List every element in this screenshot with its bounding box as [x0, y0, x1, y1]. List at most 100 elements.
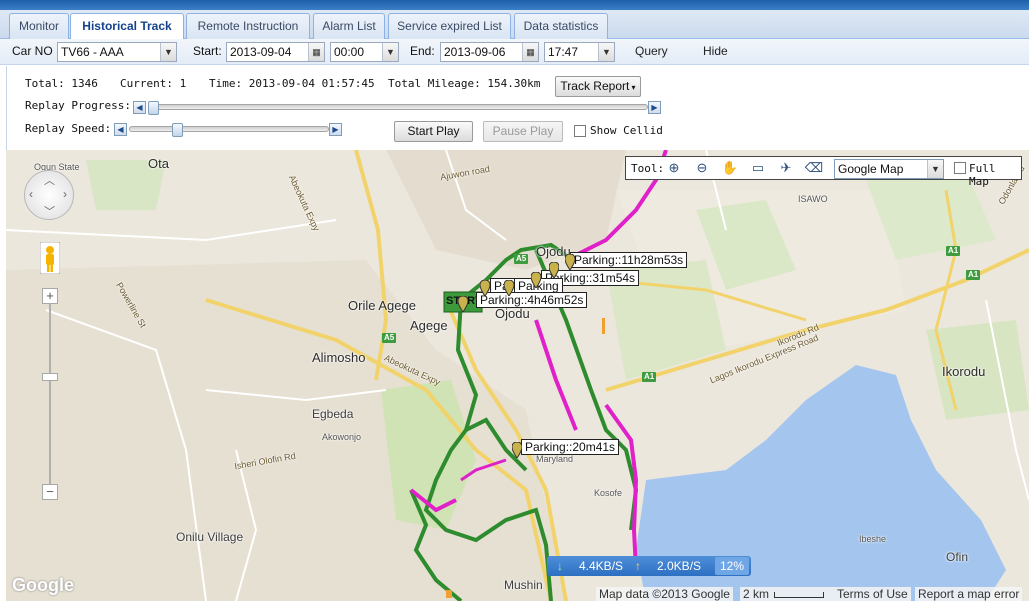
download-speed: 4.4KB/S	[579, 559, 624, 573]
speed-right-arrow-icon[interactable]: ▶	[329, 123, 342, 136]
total-count: Total: 1346	[25, 77, 98, 90]
parking-pin-icon[interactable]	[549, 262, 559, 278]
car-select[interactable]: TV66 - AAA ▼	[57, 42, 177, 62]
map-type-value: Google Map	[838, 162, 904, 176]
place-egbeda: Egbeda	[312, 407, 354, 421]
pan-right-icon[interactable]: ›	[63, 187, 67, 201]
replay-progress-label: Replay Progress:	[25, 99, 131, 112]
app-window: Monitor Historical Track Remote Instruct…	[0, 0, 1029, 601]
zoom-plus-icon[interactable]: +	[42, 288, 58, 304]
upload-speed: 2.0KB/S	[657, 559, 702, 573]
eraser-icon[interactable]: ⌫	[804, 159, 824, 177]
place-kosofe: Kosofe	[594, 488, 623, 498]
zoom-slider-thumb[interactable]	[42, 373, 58, 381]
terms-of-use-link[interactable]: Terms of Use	[834, 587, 911, 601]
progress-left-arrow-icon[interactable]: ◀	[133, 101, 146, 114]
tab-alarm-list[interactable]: Alarm List	[313, 13, 385, 39]
parking-callout-1[interactable]: Parking::11h28m53s	[570, 252, 688, 268]
end-date-field[interactable]: 2013-09-06 ▦	[440, 42, 539, 62]
parking-callout-4[interactable]: Parking::20m41s	[521, 439, 620, 455]
map-view[interactable]: Ota Ogun State Orile Agege Agege Ojodu O…	[6, 150, 1029, 601]
pan-control[interactable]: ︿ ﹀ ‹ ›	[24, 170, 74, 220]
speed-percent: 12%	[715, 557, 749, 575]
query-button[interactable]: Query	[635, 44, 668, 58]
end-time-select[interactable]: 17:47 ▼	[544, 42, 615, 62]
hide-button[interactable]: Hide	[703, 44, 728, 58]
parking-pin-icon[interactable]	[480, 280, 490, 296]
place-ota: Ota	[148, 156, 169, 171]
speed-slider-track[interactable]	[129, 126, 329, 132]
pan-hand-icon[interactable]: ✋	[720, 159, 740, 177]
show-cellid-checkbox[interactable]	[574, 125, 586, 137]
map-toolbox: Tool: ⊕ ⊖ ✋ ▭ ✈ ⌫ Google Map ▼ Full Map	[625, 156, 1022, 188]
parking-pin-icon[interactable]	[531, 272, 541, 288]
route-shield-a1-3: A1	[946, 246, 961, 256]
tab-service-expired-list[interactable]: Service expired List	[388, 13, 511, 39]
route-shield-a1-2: A1	[966, 270, 981, 280]
zoom-track[interactable]	[49, 304, 51, 486]
zoom-out-icon[interactable]: ⊖	[692, 159, 712, 177]
pan-down-icon[interactable]: ﹀	[44, 203, 55, 219]
place-orile-agege: Orile Agege	[348, 298, 416, 313]
tab-data-statistics[interactable]: Data statistics	[514, 13, 608, 39]
ruler-icon[interactable]: ▭	[748, 159, 768, 177]
speed-slider-thumb[interactable]	[172, 123, 184, 137]
current-index: Current: 1	[120, 77, 187, 90]
full-map-label: Full Map	[969, 162, 996, 188]
current-time: Time: 2013-09-04 01:57:45	[209, 77, 375, 90]
chevron-down-icon[interactable]: ▼	[160, 43, 176, 61]
zoom-minus-icon[interactable]: −	[42, 484, 58, 500]
chevron-down-icon[interactable]: ▼	[927, 160, 943, 178]
progress-slider-thumb[interactable]	[148, 101, 159, 115]
map-attribution: Map data ©2013 Google	[596, 587, 733, 601]
progress-right-arrow-icon[interactable]: ▶	[648, 101, 661, 114]
speed-left-arrow-icon[interactable]: ◀	[114, 123, 127, 136]
start-time-value: 00:00	[334, 45, 365, 59]
window-top-strip	[0, 0, 1029, 10]
car-locate-icon[interactable]: ✈	[776, 159, 796, 177]
chevron-down-icon[interactable]: ▼	[382, 43, 398, 61]
pause-play-button[interactable]: Pause Play	[483, 121, 563, 142]
map-type-select[interactable]: Google Map ▼	[834, 159, 944, 179]
place-ibeshe: Ibeshe	[859, 534, 887, 544]
route-shield-a1: A1	[642, 372, 657, 382]
start-play-button[interactable]: Start Play	[394, 121, 473, 142]
progress-slider-track[interactable]	[148, 104, 648, 110]
start-date-field[interactable]: 2013-09-04 ▦	[226, 42, 325, 62]
parking-pin-icon[interactable]	[504, 280, 514, 296]
calendar-icon[interactable]: ▦	[522, 43, 538, 61]
track-report-button[interactable]: Track Report ▾	[555, 76, 641, 97]
total-mileage: Total Mileage: 154.30km	[388, 77, 541, 90]
track-report-label: Track Report	[560, 79, 630, 93]
report-map-error-link[interactable]: Report a map error	[915, 587, 1023, 601]
tab-remote-instruction[interactable]: Remote Instruction	[186, 13, 310, 39]
zoom-in-box-icon[interactable]: ⊕	[664, 159, 684, 177]
place-onilu-village: Onilu Village	[176, 530, 244, 544]
tool-label: Tool:	[631, 162, 665, 175]
calendar-icon[interactable]: ▦	[308, 43, 324, 61]
tab-historical-track[interactable]: Historical Track	[70, 13, 184, 40]
pan-up-icon[interactable]: ︿	[44, 172, 55, 188]
parking-pin-icon[interactable]	[458, 296, 468, 312]
map-scale-label: 2 km	[743, 587, 770, 601]
route-shield-a5: A5	[514, 254, 529, 264]
tab-bar: Monitor Historical Track Remote Instruct…	[0, 10, 1029, 40]
upload-arrow-icon: ↑	[635, 559, 641, 573]
parking-callout-3[interactable]: Parking::4h46m52s	[476, 292, 588, 308]
pan-left-icon[interactable]: ‹	[29, 187, 33, 201]
tab-monitor[interactable]: Monitor	[9, 13, 69, 39]
pegman-icon[interactable]	[40, 242, 60, 274]
parking-pin-icon[interactable]	[512, 442, 522, 458]
place-agege: Agege	[410, 318, 448, 333]
full-map-checkbox[interactable]	[954, 162, 966, 174]
chevron-down-icon[interactable]: ▼	[598, 43, 614, 61]
start-label: Start:	[193, 44, 222, 58]
place-ikorodu: Ikorodu	[942, 364, 986, 379]
car-select-value: TV66 - AAA	[61, 45, 124, 59]
start-time-select[interactable]: 00:00 ▼	[330, 42, 399, 62]
parking-pin-icon[interactable]	[565, 254, 575, 270]
place-ojodu: Ojodu	[495, 306, 530, 321]
query-bar: Car NO TV66 - AAA ▼ Start: 2013-09-04 ▦ …	[0, 39, 1029, 65]
end-date-value: 2013-09-06	[444, 45, 506, 59]
route-shield-a5-2: A5	[382, 333, 397, 343]
